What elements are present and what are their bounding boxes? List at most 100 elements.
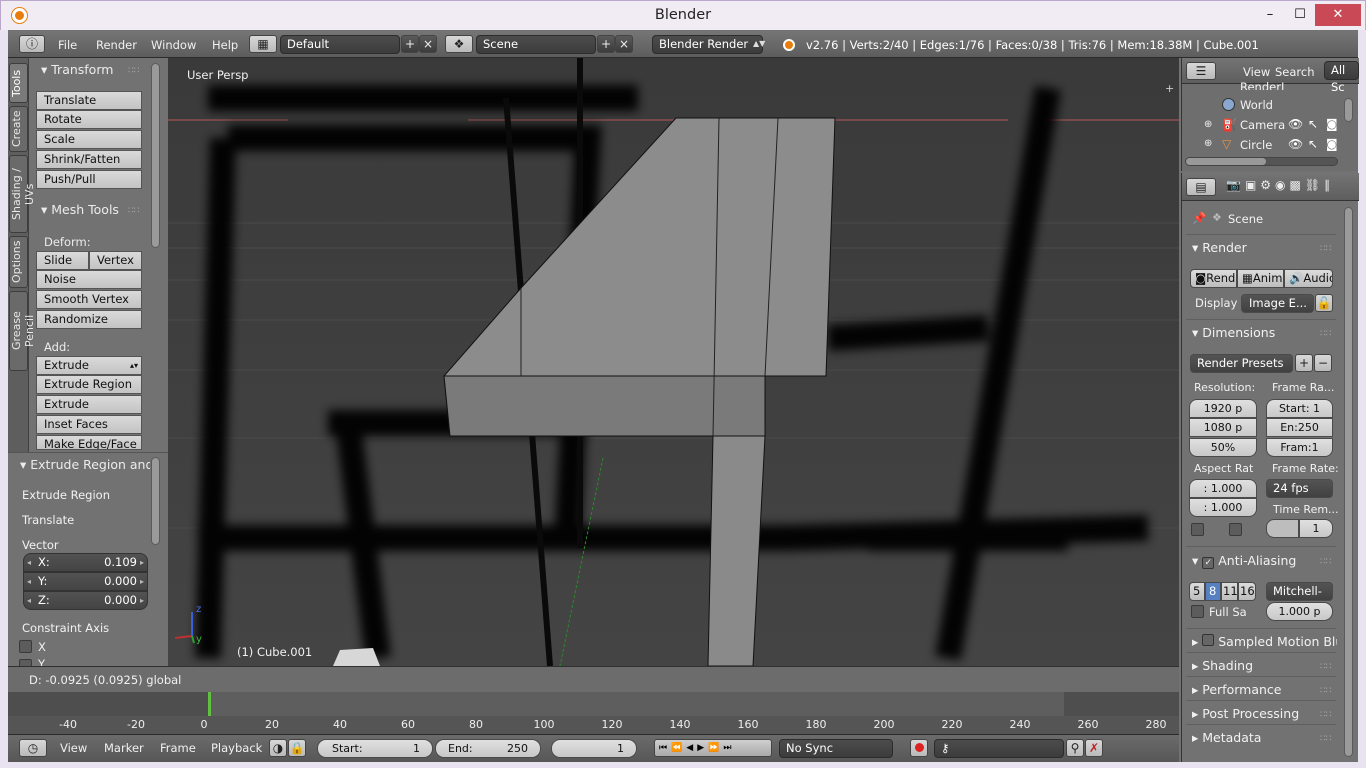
aa-filter-select[interactable]: Mitchell- [1266,582,1333,601]
close-button[interactable]: ✕ [1315,4,1361,26]
maximize-button[interactable]: ☐ [1285,4,1315,26]
cursor-icon[interactable]: ↖ [1308,137,1318,151]
operator-panel-scrollbar[interactable] [151,457,160,545]
resolution-x-field[interactable]: 1920 p [1189,399,1257,418]
frame-rate-select[interactable]: 24 fps [1266,479,1333,498]
outliner-item-renderlayers[interactable]: RenderL [1240,80,1287,90]
expand-icon[interactable]: ⊕ [1204,119,1212,130]
screen-layout-field[interactable]: Default [280,35,400,54]
arrow-left-icon[interactable]: ◂ [27,573,31,590]
noise-button[interactable]: Noise [36,270,142,289]
aspect-x-field[interactable]: : 1.000 [1189,479,1257,498]
remove-screen-icon[interactable]: × [419,35,437,53]
display-mode-select[interactable]: All Sc [1324,61,1359,94]
tab-grease-pencil[interactable]: Grease Pencil [9,291,36,371]
render-camera-icon[interactable]: ◙ [1326,117,1338,131]
context-tabs[interactable]: 📷▣⚙◉▩⛓∥ [1226,178,1359,197]
menu-frame[interactable]: Frame [160,741,196,755]
performance-panel-header[interactable]: ▸ Performance [1192,682,1281,697]
anti-aliasing-panel-header[interactable]: ▾ ✓ Anti-Aliasing [1192,553,1296,569]
outliner-item-circle[interactable]: Circle [1240,138,1272,152]
render-engine-select[interactable]: Blender Render [652,35,763,54]
eye-icon[interactable]: 👁 [1288,117,1303,131]
anti-aliasing-checkbox[interactable]: ✓ [1202,557,1215,569]
sync-mode-select[interactable]: No Sync [779,739,893,758]
lock-icon[interactable]: 🔒 [288,739,306,757]
time-remap-old-field[interactable] [1266,519,1299,538]
arrow-right-icon[interactable]: ▸ [140,573,144,590]
frame-step-field[interactable]: Fram:1 [1266,438,1333,457]
menu-view[interactable]: View [1243,65,1270,79]
arrow-right-icon[interactable]: ▸ [140,554,144,571]
editor-type-clock-icon[interactable]: ◷ [19,739,47,757]
drag-grip-icon[interactable]: ∷∷ [1320,557,1331,567]
remove-preset-icon[interactable]: − [1314,354,1332,372]
drag-grip-icon[interactable]: ∷∷ [1320,244,1331,254]
render-audio-button[interactable]: 🔊Audio [1284,269,1333,288]
frame-end-field[interactable]: En:250 [1266,418,1333,437]
inset-faces-button[interactable]: Inset Faces [36,415,142,434]
dimensions-panel-header[interactable]: ▾ Dimensions [1192,325,1275,340]
operator-panel-header[interactable]: ▾ Extrude Region and [20,457,150,472]
playback-controls[interactable]: ⏮⏪◀▶⏩⏭ [654,739,772,757]
aa-samples-11[interactable]: 11 [1221,582,1238,601]
make-edge-face-button[interactable]: Make Edge/Face [36,435,142,450]
smooth-vertex-button[interactable]: Smooth Vertex [36,290,142,309]
add-screen-icon[interactable]: + [401,35,419,53]
end-frame-field[interactable]: End: 250 [435,739,541,758]
tab-shading-uvs[interactable]: Shading / UVs [9,155,36,233]
extrude-individual-button[interactable]: Extrude Individual [36,395,142,428]
editor-type-info-icon[interactable]: ⓘ [19,35,45,53]
render-camera-icon[interactable]: ◙ [1326,137,1338,151]
extrude-region-button[interactable]: Extrude Region [36,375,142,394]
tab-tools[interactable]: Tools [9,63,28,103]
menu-render[interactable]: Render [96,38,137,52]
drag-grip-icon[interactable]: ∷∷ [128,66,139,76]
eye-icon[interactable]: 👁 [1288,137,1303,151]
vertex-slide-button[interactable]: Vertex [89,251,142,270]
drag-grip-icon[interactable]: ∷∷ [1320,329,1331,339]
translate-button[interactable]: Translate [36,91,142,110]
editor-type-properties-icon[interactable]: ▤ [1186,178,1216,196]
push-pull-button[interactable]: Push/Pull [36,170,142,189]
rotate-button[interactable]: Rotate [36,110,142,129]
drag-grip-icon[interactable]: ∷∷ [1320,710,1331,720]
randomize-button[interactable]: Randomize [36,310,142,329]
crop-checkbox[interactable] [1229,523,1242,536]
arrow-left-icon[interactable]: ◂ [27,592,31,609]
scene-icon[interactable]: ❖ [445,35,473,53]
outliner-item-world[interactable]: World [1240,98,1273,112]
outliner-scrollbar[interactable] [1344,98,1353,122]
time-remap-new-field[interactable]: 1 [1299,519,1333,538]
render-image-button[interactable]: ◙Rend [1190,269,1237,288]
outliner-hscroll-track[interactable] [1185,157,1338,166]
add-scene-icon[interactable]: + [597,35,615,53]
timeline-ruler[interactable]: -40 -20 0 20 40 60 80 100 120 140 160 180 200 220 240 2… [8,716,1179,734]
keying-set-field[interactable]: ⚷ [934,739,1064,758]
start-frame-field[interactable]: Start: 1 [317,739,433,758]
resolution-y-field[interactable]: 1080 p [1189,418,1257,437]
aa-samples-5[interactable]: 5 [1189,582,1205,601]
vector-y-field[interactable]: ◂ Y: 0.000 ▸ [23,572,148,591]
aa-samples-16[interactable]: 16 [1238,582,1256,601]
menu-playback[interactable]: Playback [211,741,262,755]
editor-type-outliner-icon[interactable]: ☰ [1186,62,1216,80]
pin-icon[interactable]: 📌 [1192,211,1206,225]
current-frame-field[interactable]: 1 [551,739,637,758]
expand-region-icon[interactable]: + [1165,82,1174,95]
render-presets-select[interactable]: Render Presets [1190,354,1293,373]
preview-range-icon[interactable]: ◑ [269,739,287,757]
extrude-menu-button[interactable]: Extrude ▴▾ [36,356,142,375]
expand-icon[interactable]: ⊕ [1204,138,1212,149]
render-animation-button[interactable]: ▦Anim [1237,269,1284,288]
menu-window[interactable]: Window [151,38,196,52]
shading-panel-header[interactable]: ▸ Shading [1192,658,1253,673]
vector-x-field[interactable]: ◂ X: 0.109 ▸ [23,553,148,572]
screen-layout-icon[interactable]: ▦ [249,35,277,53]
menu-view[interactable]: View [60,741,87,755]
motion-blur-panel-header[interactable]: ▸ Sampled Motion Blur [1192,634,1337,649]
properties-scrollbar[interactable] [1344,207,1353,757]
slide-edge-button[interactable]: Slide Ed [36,251,89,284]
tab-options[interactable]: Options [9,236,28,288]
frame-start-field[interactable]: Start: 1 [1266,399,1333,418]
